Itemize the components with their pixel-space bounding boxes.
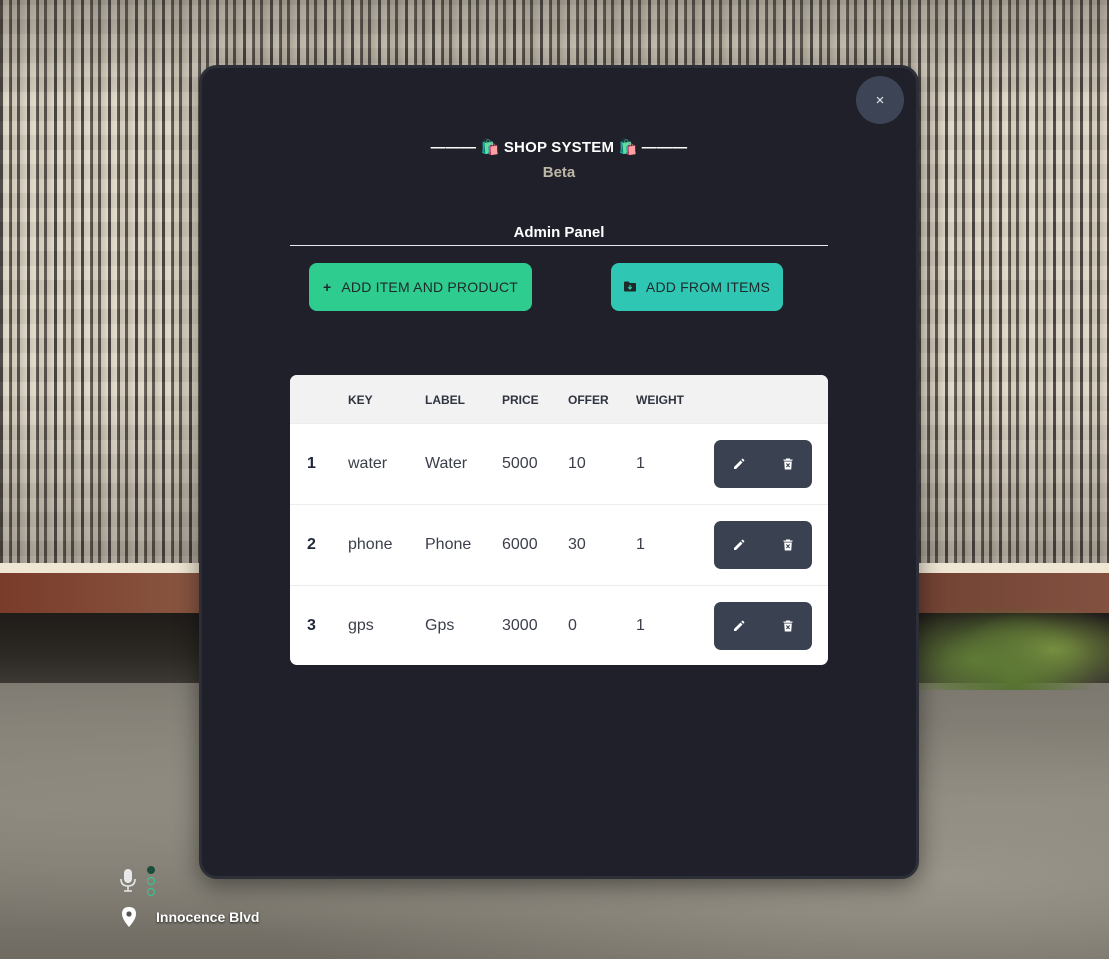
plus-icon: + [322, 279, 332, 295]
column-header-offer: OFFER [568, 393, 609, 407]
column-header-label: LABEL [425, 393, 465, 407]
row-offer: 0 [568, 617, 577, 634]
row-weight: 1 [636, 455, 645, 472]
row-key: phone [348, 536, 393, 553]
map-pin-icon [120, 907, 138, 934]
column-header-key: KEY [348, 393, 373, 407]
row-weight: 1 [636, 536, 645, 553]
voice-range-dot [147, 866, 155, 874]
table-header: KEY LABEL PRICE OFFER WEIGHT [290, 375, 828, 423]
folder-icon [623, 279, 636, 295]
shop-title: ——— 🛍️ SHOP SYSTEM 🛍️ ——— [430, 139, 688, 156]
admin-panel-heading: Admin Panel [290, 224, 828, 246]
pencil-icon [733, 458, 744, 469]
row-label: Gps [425, 617, 455, 634]
table-row: 3 gps Gps 3000 0 1 [290, 585, 828, 665]
close-button[interactable]: × [856, 76, 904, 124]
edit-button[interactable] [714, 440, 763, 488]
pencil-icon [733, 620, 744, 631]
column-header-price: PRICE [502, 393, 539, 407]
row-actions [714, 602, 812, 650]
edit-button[interactable] [714, 521, 763, 569]
voice-range-dot [147, 877, 155, 885]
microphone-icon [119, 869, 137, 898]
voice-range-dot [147, 888, 155, 896]
row-number: 1 [307, 455, 316, 472]
table-row: 1 water Water 5000 10 1 [290, 423, 828, 505]
row-offer: 10 [568, 455, 586, 472]
row-price: 5000 [502, 455, 538, 472]
row-number: 2 [307, 536, 316, 553]
column-header-weight: WEIGHT [636, 393, 684, 407]
row-actions [714, 440, 812, 488]
products-table: KEY LABEL PRICE OFFER WEIGHT 1 water Wat… [290, 375, 828, 665]
trash-icon [783, 458, 792, 470]
row-price: 3000 [502, 617, 538, 634]
delete-button[interactable] [763, 521, 812, 569]
row-key: gps [348, 617, 374, 634]
delete-button[interactable] [763, 602, 812, 650]
add-item-and-product-label: ADD ITEM AND PRODUCT [341, 279, 519, 295]
close-icon: × [875, 91, 885, 109]
row-number: 3 [307, 617, 316, 634]
row-label: Water [425, 455, 468, 472]
street-name: Innocence Blvd [156, 909, 260, 925]
delete-button[interactable] [763, 440, 812, 488]
trash-icon [783, 620, 792, 632]
add-item-and-product-button[interactable]: + ADD ITEM AND PRODUCT [309, 263, 532, 311]
shop-subtitle: Beta [542, 164, 576, 181]
trash-icon [783, 539, 792, 551]
row-offer: 30 [568, 536, 586, 553]
table-row: 2 phone Phone 6000 30 1 [290, 504, 828, 586]
row-label: Phone [425, 536, 472, 553]
shop-admin-modal: × ——— 🛍️ SHOP SYSTEM 🛍️ ——— Beta Admin P… [199, 65, 919, 879]
row-key: water [348, 455, 388, 472]
add-from-items-label: ADD FROM ITEMS [645, 279, 771, 295]
row-actions [714, 521, 812, 569]
grass-patch [918, 590, 1109, 690]
edit-button[interactable] [714, 602, 763, 650]
row-weight: 1 [636, 617, 645, 634]
add-from-items-button[interactable]: ADD FROM ITEMS [611, 263, 783, 311]
voice-range-indicator [147, 866, 155, 899]
pencil-icon [733, 539, 744, 550]
row-price: 6000 [502, 536, 538, 553]
